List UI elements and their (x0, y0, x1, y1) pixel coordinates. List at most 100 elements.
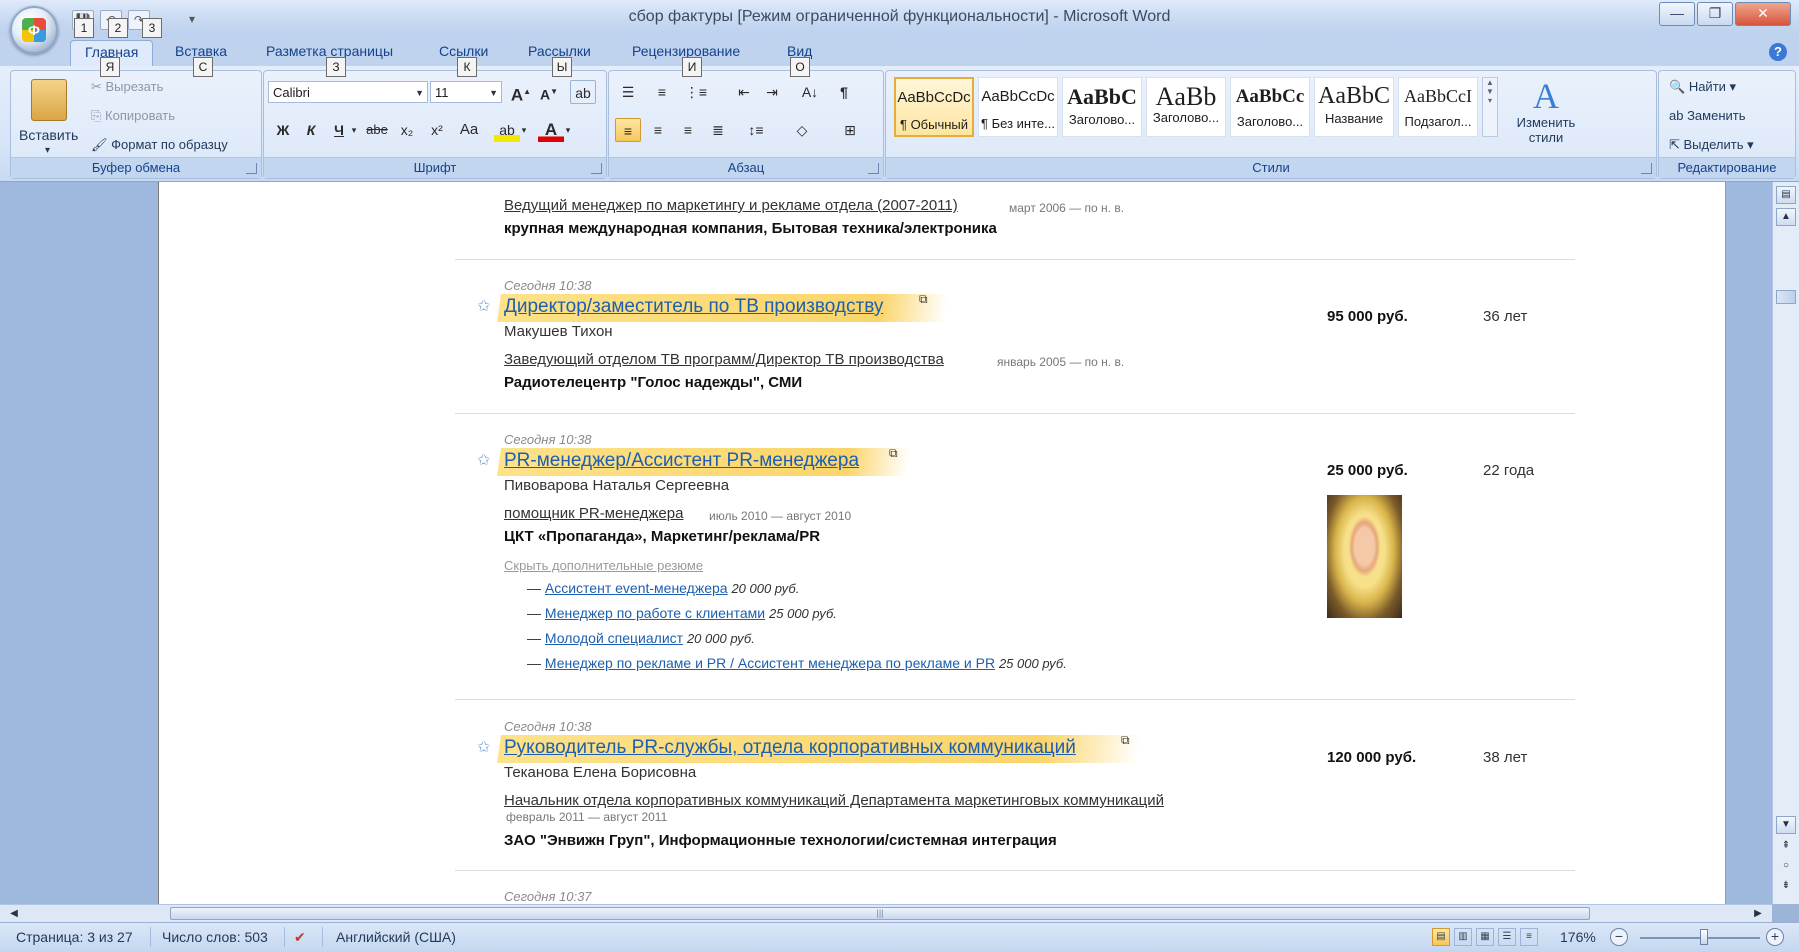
close-button[interactable]: ✕ (1735, 2, 1791, 26)
line-spacing-icon[interactable]: ↕≡ (743, 118, 769, 142)
next-page-icon[interactable]: ⇟ (1776, 878, 1796, 896)
web-layout-icon[interactable]: ▦ (1476, 928, 1494, 946)
grow-font-icon[interactable]: A▲ (508, 80, 534, 105)
subscript-button[interactable]: x₂ (394, 118, 420, 142)
zoom-out-icon[interactable]: − (1610, 928, 1628, 946)
shrink-font-icon[interactable]: A▼ (536, 80, 562, 104)
decrease-indent-icon[interactable]: ⇤ (731, 80, 757, 104)
align-left-icon[interactable]: ≡ (615, 118, 641, 142)
chevron-down-icon[interactable]: ▾ (562, 118, 574, 142)
chevron-down-icon[interactable]: ▾ (518, 118, 530, 142)
browse-object-icon[interactable]: ○ (1776, 858, 1796, 876)
maximize-button[interactable]: ❐ (1697, 2, 1733, 26)
clipboard-launcher-icon[interactable] (246, 163, 257, 174)
resume-position[interactable]: помощник PR-менеджера (504, 505, 683, 522)
bullets-icon[interactable]: ☰ (615, 80, 641, 104)
outline-icon[interactable]: ☰ (1498, 928, 1516, 946)
language-indicator[interactable]: Английский (США) (336, 929, 456, 945)
help-icon[interactable]: ? (1769, 43, 1787, 61)
word-count[interactable]: Число слов: 503 (162, 929, 268, 945)
change-styles-button[interactable]: A Изменить стили (1508, 77, 1584, 145)
numbering-icon[interactable]: ≡ (649, 80, 675, 104)
italic-button[interactable]: К (298, 118, 324, 142)
style-no-spacing[interactable]: AaBbCcDc ¶ Без инте... (978, 77, 1058, 137)
hide-extra-resumes-link[interactable]: Скрыть дополнительные резюме (504, 558, 703, 573)
justify-icon[interactable]: ≣ (705, 118, 731, 142)
find-button[interactable]: 🔍 Найти ▾ (1669, 79, 1736, 95)
copy-button[interactable]: ⎘ Копировать (91, 108, 175, 124)
change-case-button[interactable]: Aa (456, 118, 482, 142)
vertical-scrollbar-thumb[interactable] (1776, 290, 1796, 304)
alt-resume-link[interactable]: Менеджер по рекламе и PR / Ассистент мен… (545, 655, 995, 671)
resume-position[interactable]: Начальник отдела корпоративных коммуника… (504, 792, 1164, 809)
highlight-icon[interactable]: ab (494, 118, 520, 142)
paragraph-launcher-icon[interactable] (868, 163, 879, 174)
document-page[interactable]: Ведущий менеджер по маркетингу и рекламе… (158, 182, 1726, 904)
scroll-down-icon[interactable]: ▼ (1776, 816, 1796, 834)
font-name-combo[interactable]: Calibri ▼ (268, 81, 428, 103)
star-icon[interactable]: ✩ (477, 737, 490, 757)
zoom-level[interactable]: 176% (1560, 929, 1596, 945)
chevron-down-icon[interactable]: ▾ (348, 118, 360, 142)
shading-icon[interactable]: ◇ (789, 118, 815, 142)
align-center-icon[interactable]: ≡ (645, 118, 671, 142)
full-screen-reading-icon[interactable]: ▥ (1454, 928, 1472, 946)
multilevel-list-icon[interactable]: ⋮≡ (683, 80, 709, 104)
resume-position[interactable]: Заведующий отделом ТВ программ/Директор … (504, 351, 944, 368)
paste-dropdown-icon[interactable]: ▾ (45, 145, 50, 156)
scroll-right-icon[interactable]: ▶ (1750, 906, 1766, 922)
star-icon[interactable]: ✩ (477, 296, 490, 316)
draft-icon[interactable]: ≡ (1520, 928, 1538, 946)
font-size-combo[interactable]: 11 ▼ (430, 81, 502, 103)
star-icon[interactable]: ✩ (477, 450, 490, 470)
external-link-icon[interactable]: ⧉ (1121, 733, 1130, 748)
styles-launcher-icon[interactable] (1641, 163, 1652, 174)
style-normal[interactable]: AaBbCcDc ¶ Обычный (894, 77, 974, 137)
increase-indent-icon[interactable]: ⇥ (759, 80, 785, 104)
alt-resume-link[interactable]: Молодой специалист (545, 630, 683, 646)
alt-resume-link[interactable]: Ассистент event-менеджера (545, 580, 728, 596)
qat-customize-icon[interactable]: ▾ (182, 10, 202, 28)
ruler-toggle-icon[interactable]: ▤ (1776, 186, 1796, 204)
bold-button[interactable]: Ж (270, 118, 296, 142)
font-color-icon[interactable]: A (538, 118, 564, 142)
style-subtitle[interactable]: AaBbCcI Подзагол... (1398, 77, 1478, 137)
resume-title[interactable]: Директор/заместитель по ТВ производству (504, 296, 883, 318)
font-launcher-icon[interactable] (591, 163, 602, 174)
styles-scroll[interactable]: ▲ ▼ ▾ (1482, 77, 1498, 137)
style-heading-2[interactable]: AaBb Заголово... (1146, 77, 1226, 137)
paste-icon[interactable] (31, 79, 67, 121)
scroll-left-icon[interactable]: ◀ (6, 906, 22, 922)
sort-icon[interactable]: A↓ (797, 80, 823, 104)
style-heading-3[interactable]: AaBbCc Заголово... (1230, 77, 1310, 137)
alt-resume-link[interactable]: Менеджер по работе с клиентами (545, 605, 765, 621)
external-link-icon[interactable]: ⧉ (919, 292, 928, 307)
resume-title[interactable]: Руководитель PR-службы, отдела корпорати… (504, 737, 1076, 759)
cut-button[interactable]: ✂ Вырезать (91, 79, 163, 95)
vertical-scrollbar[interactable]: ▤ ▲ ▼ ⇞ ○ ⇟ (1772, 182, 1799, 904)
previous-page-icon[interactable]: ⇞ (1776, 838, 1796, 856)
borders-icon[interactable]: ⊞ (837, 118, 863, 142)
office-button[interactable]: Ф (10, 6, 58, 54)
resume-title[interactable]: PR-менеджер/Ассистент PR-менеджера (504, 450, 859, 472)
zoom-slider-knob[interactable] (1700, 929, 1708, 945)
paste-button[interactable]: Вставить (19, 127, 78, 143)
minimize-button[interactable]: — (1659, 2, 1695, 26)
horizontal-scrollbar-thumb[interactable]: ||| (170, 907, 1590, 920)
superscript-button[interactable]: x² (424, 118, 450, 142)
show-marks-icon[interactable]: ¶ (831, 80, 857, 104)
format-painter-button[interactable]: 🖌 Формат по образцу (91, 137, 228, 153)
style-title[interactable]: AaBbC Название (1314, 77, 1394, 137)
horizontal-scrollbar[interactable]: ◀ ||| ▶ (0, 904, 1772, 923)
clear-format-icon[interactable]: ab (570, 80, 596, 104)
scroll-up-icon[interactable]: ▲ (1776, 208, 1796, 226)
print-layout-icon[interactable]: ▤ (1432, 928, 1450, 946)
page-indicator[interactable]: Страница: 3 из 27 (16, 929, 133, 945)
zoom-in-icon[interactable]: + (1766, 928, 1784, 946)
select-button[interactable]: ⇱ Выделить ▾ (1669, 137, 1754, 153)
align-right-icon[interactable]: ≡ (675, 118, 701, 142)
proofing-icon[interactable]: ✔ (294, 929, 306, 946)
resume-position[interactable]: Ведущий менеджер по маркетингу и рекламе… (504, 197, 958, 214)
external-link-icon[interactable]: ⧉ (889, 446, 898, 461)
strikethrough-button[interactable]: abe (364, 118, 390, 142)
